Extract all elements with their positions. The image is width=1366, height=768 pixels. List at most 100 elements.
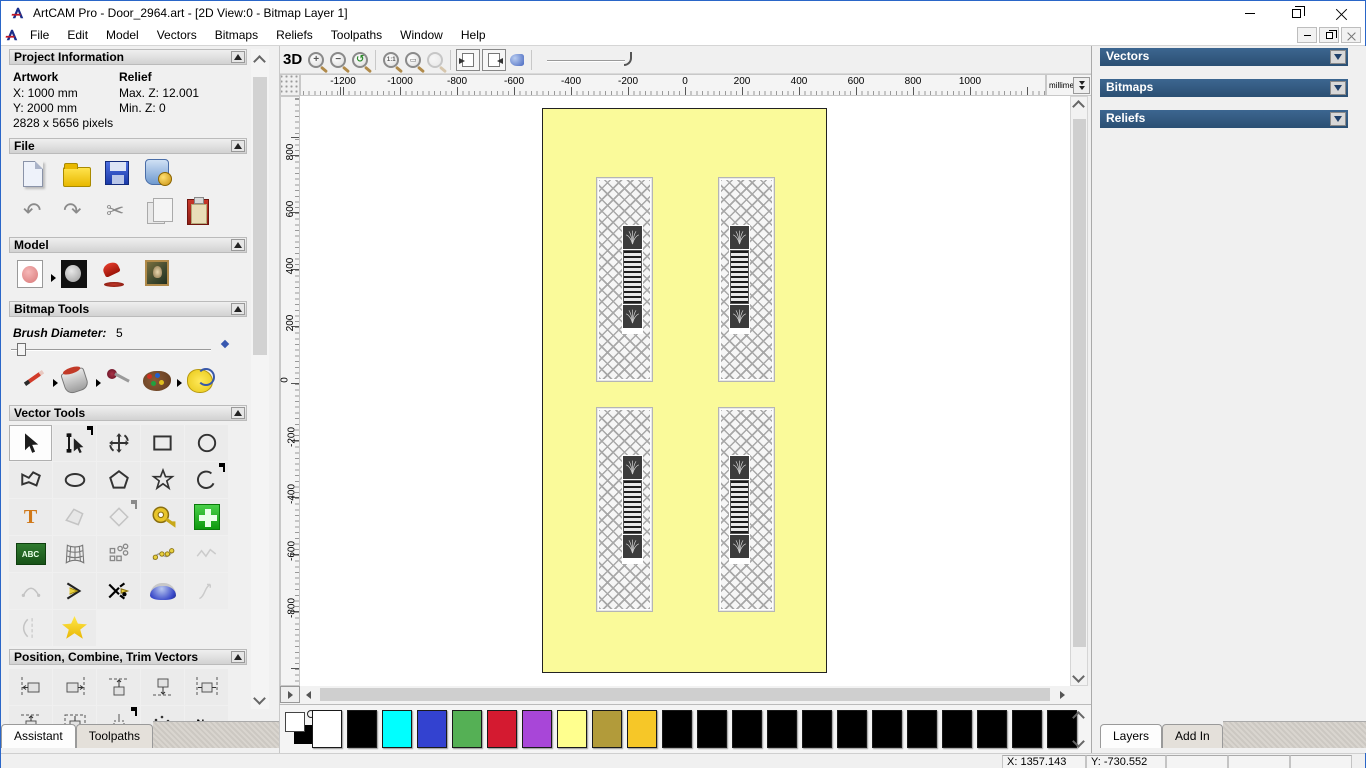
- menu-reliefs[interactable]: Reliefs: [267, 26, 322, 44]
- door-panel[interactable]: [596, 177, 653, 382]
- collapse-button[interactable]: [231, 651, 245, 663]
- assistant-scrollbar[interactable]: [251, 49, 269, 709]
- select-vectors-tool[interactable]: [9, 425, 52, 461]
- primary-colour-swatch[interactable]: [285, 712, 305, 732]
- tab-toolpaths[interactable]: Toolpaths: [75, 724, 154, 748]
- new-model-button[interactable]: [23, 161, 53, 189]
- flyout-arrow-icon[interactable]: [51, 274, 56, 282]
- create-circle-tool[interactable]: [185, 425, 228, 461]
- scroll-down-icon[interactable]: [1072, 735, 1085, 748]
- mdi-restore-button[interactable]: [1319, 27, 1339, 43]
- restore-button[interactable]: [1273, 1, 1319, 25]
- create-freehand-tool[interactable]: [9, 462, 52, 498]
- zoom-1to1-button[interactable]: 1:1: [380, 48, 402, 72]
- create-polygon-tool[interactable]: [97, 462, 140, 498]
- snap-toggle-button[interactable]: [456, 48, 481, 71]
- scrollbar-thumb[interactable]: [320, 688, 1050, 701]
- zoom-in-button[interactable]: +: [305, 48, 327, 72]
- open-model-button[interactable]: [63, 161, 93, 189]
- scrollbar-thumb[interactable]: [1073, 119, 1086, 647]
- create-ellipse-tool[interactable]: [53, 462, 96, 498]
- palette-scrollbar[interactable]: [1072, 709, 1087, 751]
- align-centre-h-tool[interactable]: [185, 669, 228, 705]
- primary-secondary-colours[interactable]: [285, 710, 320, 746]
- align-bottom-tool[interactable]: [141, 669, 184, 705]
- palette-swatch[interactable]: [627, 710, 657, 748]
- palette-swatch[interactable]: [977, 710, 1007, 748]
- brush-slider-handle[interactable]: [17, 343, 26, 356]
- copy-button[interactable]: [147, 198, 177, 230]
- ruler-corner[interactable]: [280, 74, 300, 96]
- canvas-2d[interactable]: [300, 96, 1070, 686]
- scroll-up-icon[interactable]: [253, 55, 266, 68]
- palette-swatch[interactable]: [697, 710, 727, 748]
- save-model-button[interactable]: [105, 161, 135, 189]
- pane-split-button[interactable]: [280, 686, 300, 703]
- fit-arcs-tool[interactable]: [9, 573, 52, 609]
- align-left-tool[interactable]: [9, 669, 52, 705]
- palette-swatch[interactable]: [1012, 710, 1042, 748]
- palette-swatch[interactable]: [837, 710, 867, 748]
- palette-swatch[interactable]: [312, 710, 342, 748]
- collapse-button[interactable]: [231, 140, 245, 152]
- zoom-out-button[interactable]: −: [327, 48, 349, 72]
- horizontal-scrollbar[interactable]: [280, 686, 1092, 704]
- zoom-previous-button[interactable]: ↺: [349, 48, 371, 72]
- flyout-arrow-icon[interactable]: [177, 379, 182, 387]
- create-rectangle-tool[interactable]: [141, 425, 184, 461]
- colour-palette-button[interactable]: [143, 366, 173, 394]
- offset-vector-tool[interactable]: [97, 499, 140, 535]
- reliefs-header[interactable]: Reliefs: [1100, 110, 1348, 128]
- model-wizard-button[interactable]: [145, 159, 175, 187]
- palette-swatch[interactable]: [417, 710, 447, 748]
- collapse-button[interactable]: [231, 239, 245, 251]
- block-copy-tool[interactable]: [97, 536, 140, 572]
- door-panel[interactable]: [596, 407, 653, 612]
- palette-swatch[interactable]: [872, 710, 902, 748]
- free-curve-tool[interactable]: [185, 573, 228, 609]
- collapse-button[interactable]: [231, 51, 245, 63]
- scrollbar-thumb[interactable]: [253, 77, 267, 355]
- bitmaps-header[interactable]: Bitmaps: [1100, 79, 1348, 97]
- paste-along-curve-tool[interactable]: [141, 536, 184, 572]
- scroll-down-icon[interactable]: [253, 692, 266, 705]
- envelope-distort-tool[interactable]: [53, 536, 96, 572]
- minimize-button[interactable]: [1227, 1, 1273, 25]
- create-text-tool[interactable]: T: [9, 499, 52, 535]
- palette-swatch[interactable]: [557, 710, 587, 748]
- texture-tool-button[interactable]: [187, 366, 217, 394]
- menu-window[interactable]: Window: [391, 26, 452, 44]
- menu-bitmaps[interactable]: Bitmaps: [206, 26, 267, 44]
- flyout-arrow-icon[interactable]: [96, 379, 101, 387]
- palette-swatch[interactable]: [382, 710, 412, 748]
- chamfer-tool[interactable]: [53, 573, 96, 609]
- transform-vectors-tool[interactable]: [97, 425, 140, 461]
- measure-tool[interactable]: [141, 499, 184, 535]
- palette-swatch[interactable]: [347, 710, 377, 748]
- pick-colour-button[interactable]: [106, 366, 136, 394]
- palette-swatch[interactable]: [592, 710, 622, 748]
- cut-button[interactable]: ✂: [106, 198, 136, 226]
- tab-assistant[interactable]: Assistant: [1, 724, 76, 748]
- toggle-3d-view-button[interactable]: 3D: [280, 48, 305, 72]
- scroll-down-icon[interactable]: [1072, 670, 1085, 683]
- vertical-scrollbar[interactable]: [1070, 96, 1088, 686]
- menu-model[interactable]: Model: [97, 26, 148, 44]
- paste-button[interactable]: [187, 197, 217, 227]
- mirror-vectors-tool[interactable]: [9, 610, 52, 646]
- palette-swatch[interactable]: [487, 710, 517, 748]
- expand-button[interactable]: [1330, 112, 1346, 126]
- scroll-up-icon[interactable]: [1072, 100, 1085, 113]
- palette-swatch[interactable]: [732, 710, 762, 748]
- paste-relief-tool[interactable]: [185, 499, 228, 535]
- vectors-header[interactable]: Vectors: [1100, 48, 1348, 66]
- wrap-star-tool[interactable]: [53, 610, 96, 646]
- invert-model-button[interactable]: [61, 260, 91, 288]
- palette-swatch[interactable]: [942, 710, 972, 748]
- fade-slider[interactable]: [547, 60, 625, 62]
- spin-relief-tool[interactable]: [141, 573, 184, 609]
- palette-swatch[interactable]: [452, 710, 482, 748]
- tab-layers[interactable]: Layers: [1100, 724, 1163, 748]
- undo-button[interactable]: ↶: [23, 198, 53, 226]
- door-panel[interactable]: [718, 177, 775, 382]
